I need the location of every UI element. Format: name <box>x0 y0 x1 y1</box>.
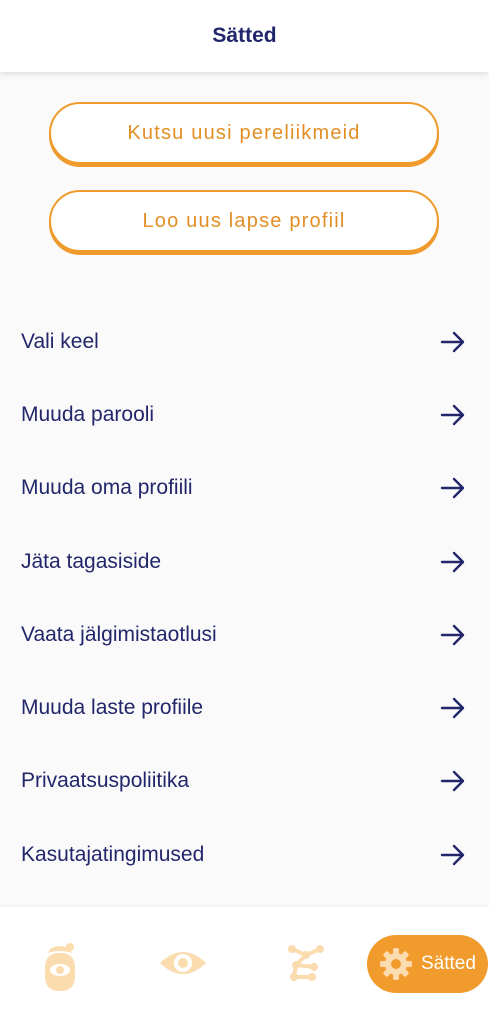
gear-icon <box>380 948 412 980</box>
menu-item-label: Vaata jälgimistaotlusi <box>21 622 217 646</box>
menu-item-password[interactable]: Muuda parooli <box>0 378 489 451</box>
tab-settings-label: Sätted <box>421 953 476 974</box>
bottom-tab-bar: Sätted <box>0 907 489 1024</box>
menu-item-terms[interactable]: Kasutajatingimused <box>0 818 489 891</box>
arrow-right-icon <box>440 404 465 426</box>
settings-menu: Vali keel Muuda parooli Muuda oma profii… <box>0 305 489 891</box>
page-title: Sätted <box>212 24 277 47</box>
menu-item-privacy-policy[interactable]: Privaatsuspoliitika <box>0 745 489 818</box>
menu-item-label: Privaatsuspoliitika <box>21 769 190 793</box>
network-icon[interactable] <box>286 943 326 983</box>
arrow-right-icon <box>440 478 465 499</box>
arrow-right-icon <box>440 844 465 865</box>
menu-item-language[interactable]: Vali keel <box>0 305 489 378</box>
child-face-icon[interactable] <box>41 941 79 993</box>
create-child-profile-button[interactable]: Loo uus lapse profiil <box>49 190 439 252</box>
menu-item-label: Vali keel <box>21 329 99 353</box>
menu-item-label: Kasutajatingimused <box>21 842 205 866</box>
menu-item-label: Muuda parooli <box>21 402 155 426</box>
menu-item-feedback[interactable]: Jäta tagasiside <box>0 525 489 598</box>
menu-item-label: Muuda oma profiili <box>21 476 193 500</box>
menu-item-child-profiles[interactable]: Muuda laste profiile <box>0 671 489 744</box>
menu-item-tracking-requests[interactable]: Vaata jälgimistaotlusi <box>0 598 489 671</box>
arrow-right-icon <box>440 771 465 792</box>
header: Sätted <box>0 0 489 72</box>
arrow-right-icon <box>440 624 465 646</box>
menu-item-profile[interactable]: Muuda oma profiili <box>0 452 489 525</box>
tab-settings[interactable]: Sätted <box>367 935 488 993</box>
arrow-right-icon <box>440 697 465 719</box>
menu-item-label: Jäta tagasiside <box>21 549 162 573</box>
menu-item-label: Muuda laste profiile <box>21 696 204 720</box>
eye-icon[interactable] <box>158 945 208 981</box>
arrow-right-icon <box>440 551 465 572</box>
arrow-right-icon <box>440 331 465 352</box>
invite-family-button[interactable]: Kutsu uusi pereliikmeid <box>49 102 439 164</box>
